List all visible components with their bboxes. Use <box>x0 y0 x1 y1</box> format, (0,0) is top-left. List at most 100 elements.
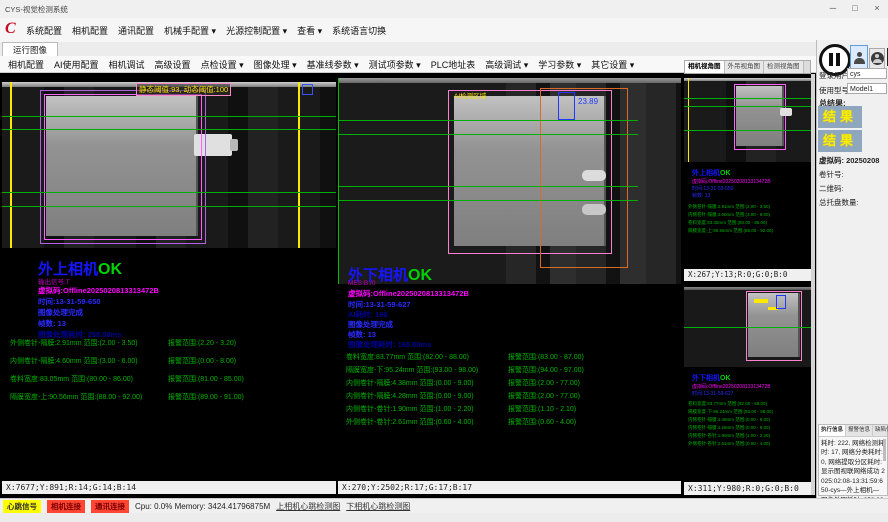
menubar: C 系统配置 相机配置 通讯配置 机械手配置 ▾ 光源控制配置 ▾ 查看 ▾ 系… <box>0 18 888 43</box>
menu-light-config[interactable]: 光源控制配置 ▾ <box>226 24 287 37</box>
lower-camera-panel: AI检测区域 23.89 外下相机OK MES:B:/0 虚拟码:Offline… <box>338 74 681 495</box>
tool-advanced-debug[interactable]: 高级调试 ▾ <box>485 58 528 71</box>
machine-rail <box>684 287 811 290</box>
highlight-blob <box>582 204 606 215</box>
measurement-row: 隔膜宽度-下:95.24mm 范围:(93.00 - 98.00)报警范围:(9… <box>346 365 681 375</box>
thumbnail-upper[interactable]: 外上相机OK 虚拟码:Offline2025020813313472B 时间:1… <box>684 74 811 282</box>
roi-outline-magenta <box>734 84 786 150</box>
thumb-upper-time: 时间:13-31-59-650 <box>692 185 733 192</box>
lower-mes-signal: MES:B:/0 <box>348 280 375 287</box>
thumb-tab-camera-view[interactable]: 相机视角图 <box>685 61 725 73</box>
titlebar: CYS-视觉检测系统 ─ □ × <box>0 0 888 19</box>
menu-comm-config[interactable]: 通讯配置 <box>118 24 154 37</box>
admin-button[interactable] <box>869 48 885 69</box>
thumbnail-tabs: 相机视角图 外吊视角图 检测视角图 <box>684 60 811 74</box>
tool-other-settings[interactable]: 其它设置 ▾ <box>591 58 634 71</box>
tool-plc-address[interactable]: PLC地址表 <box>431 58 476 71</box>
right-info-panel: 登录用户: cys 使用型号: Model1 总结果: 结果 结果 虚拟码: 2… <box>816 40 888 498</box>
cpu-memory-readout: Cpu: 0.0% Memory: 3424.41796875M <box>135 502 270 511</box>
upper-frame-count: 帧数: 13 <box>38 318 66 329</box>
tool-spot-check[interactable]: 点检设置 ▾ <box>201 58 244 71</box>
log-tab-execution[interactable]: 执行信息 <box>819 425 846 436</box>
minimize-button[interactable]: ─ <box>822 0 844 18</box>
upper-time: 时间:13-31-59-650 <box>38 296 101 307</box>
edge-line-right <box>298 82 300 248</box>
upper-camera-heartbeat-link[interactable]: 上相机心跳检测图 <box>276 501 340 512</box>
connector-tab <box>780 108 792 116</box>
maximize-button[interactable]: □ <box>844 0 866 18</box>
tab-run-image[interactable]: 运行图像 <box>2 42 58 57</box>
thumb-lower-time: 时间:13-31-59-627 <box>692 390 733 397</box>
measure-line <box>338 200 638 201</box>
alarm-range: 报警范围:(1.10 - 2.10) <box>508 406 576 413</box>
alarm-range: 报警范围:(0.00 - 8.00) <box>168 358 236 365</box>
measure-line <box>2 192 336 193</box>
thumb-measure: 隔膜宽度-上:90.56mm 范围:(88.00 - 92.00) <box>688 228 773 234</box>
blue-measure-value: 23.89 <box>576 96 600 107</box>
menu-view[interactable]: 查看 ▾ <box>297 24 322 37</box>
tool-advanced-settings[interactable]: 高级设置 <box>155 58 191 71</box>
connector-tip <box>230 139 238 151</box>
vertical-scrollbar[interactable] <box>811 74 815 495</box>
measurement-row: 隔膜宽度-上:90.56mm 范围:(88.00 - 92.00)报警范围:(8… <box>10 392 336 402</box>
menu-robot-config[interactable]: 机械手配置 ▾ <box>164 24 216 37</box>
thumb-lower-code: 虚拟码:Offline2025020813313472B <box>692 383 771 390</box>
thumb-measure: 内侧卷针-卷针:1.90mm 范围:(1.00 - 2.20) <box>688 433 770 439</box>
window-controls: ─ □ × <box>822 0 888 18</box>
tool-image-processing[interactable]: 图像处理 ▾ <box>254 58 297 71</box>
tool-ai-config[interactable]: AI使用配置 <box>54 58 99 71</box>
tool-camera-config[interactable]: 相机配置 <box>8 58 44 71</box>
result-box-lower: 结果 <box>818 130 862 152</box>
menu-system-config[interactable]: 系统配置 <box>26 24 62 37</box>
lower-camera-heartbeat-link[interactable]: 下相机心跳检测图 <box>346 501 410 512</box>
thumb-measure: 外侧卷针-隔膜:2.91mm 范围:(2.00 - 3.50) <box>688 204 770 210</box>
tool-learning-params[interactable]: 学习参数 ▾ <box>538 58 581 71</box>
tool-baseline-params[interactable]: 基准线参数 ▾ <box>307 58 359 71</box>
close-button[interactable]: × <box>866 0 888 18</box>
log-tab-defect[interactable]: 缺陷信息 <box>873 425 888 436</box>
tab-row: 运行图像 <box>0 42 888 57</box>
lower-camera-ok: OK <box>408 267 432 284</box>
model-value[interactable]: Model1 <box>847 83 887 94</box>
menu-language-switch[interactable]: 系统语言切换 <box>332 24 386 37</box>
thumb-tab-detect-view[interactable]: 检测视角图 <box>764 61 804 73</box>
upper-camera-panel: 静态阈值:93, 动态阈值:100 外上相机OK 输出信号:T 虚拟码:Offl… <box>2 74 336 495</box>
measurement-row: 内侧卷针-隔膜:4.38mm 范围:(0.00 - 9.00)报警范围:(2.0… <box>346 378 681 388</box>
alarm-range: 报警范围:(94.00 - 97.00) <box>508 367 584 374</box>
upper-camera-image[interactable]: 静态阈值:93, 动态阈值:100 <box>2 82 336 248</box>
thumb-upper-frames: 帧数: 13 <box>692 192 710 199</box>
tool-test-params[interactable]: 测试项参数 ▾ <box>369 58 421 71</box>
thumb-measure: 外侧卷针-卷针:2.61mm 范围:(0.60 - 4.00) <box>688 441 770 447</box>
tool-camera-debug[interactable]: 相机调试 <box>109 58 145 71</box>
log-panel: 执行信息 报警信息 缺陷信息 耗时: 222, 网络检测耗时: 17, 网络分类… <box>818 424 888 496</box>
measure-value: 卷料宽度:83.77mm 范围:(82.00 - 88.00) <box>346 352 508 362</box>
lower-process-time: 图像处理耗时: 160.00ms <box>348 339 431 350</box>
thumb-tab-hanging-view[interactable]: 外吊视角图 <box>725 61 765 73</box>
measure-line <box>684 106 811 107</box>
camera-connection-badge: 相机连接 <box>47 500 85 513</box>
measure-line <box>2 129 336 130</box>
menu-camera-config[interactable]: 相机配置 <box>72 24 108 37</box>
thumb-measure: 卷料宽度:83.05mm 范围:(80.00 - 86.00) <box>688 220 767 226</box>
machine-rail <box>338 78 681 83</box>
log-scrollbar[interactable] <box>883 439 886 461</box>
thumbnail-lower-image <box>684 287 811 367</box>
alarm-range: 报警范围:(2.20 - 3.20) <box>168 340 236 347</box>
lower-camera-image[interactable]: AI检测区域 23.89 <box>338 78 681 284</box>
thumbnail-lower[interactable]: 外下相机OK 虚拟码:Offline2025020813313472B 时间:1… <box>684 283 811 496</box>
measurement-row: 外侧卷针-卷针:2.61mm 范围:(0.60 - 4.00)报警范围:(0.6… <box>346 417 681 427</box>
highlight-blob <box>582 170 606 181</box>
heartbeat-badge: 心跳信号 <box>3 500 41 513</box>
measurement-row: 卷料宽度:83.77mm 范围:(82.00 - 88.00)报警范围:(83.… <box>346 352 681 362</box>
measure-line <box>338 186 638 187</box>
measure-value: 隔膜宽度-下:95.24mm 范围:(93.00 - 98.00) <box>346 365 508 375</box>
admin-icon <box>871 52 884 65</box>
alarm-range: 报警范围:(83.00 - 87.00) <box>508 354 584 361</box>
measure-line <box>684 98 811 99</box>
measurement-row: 卷料宽度:83.05mm 范围:(80.00 - 86.00)报警范围:(81.… <box>10 374 336 384</box>
log-tab-alarm[interactable]: 报警信息 <box>846 425 873 436</box>
thumb-lower-title-text: 外下相机 <box>692 375 720 382</box>
measure-value: 内侧卷针-卷针:1.90mm 范围:(1.00 - 2.20) <box>346 404 508 414</box>
login-user-value[interactable]: cys <box>847 68 887 79</box>
result-box-upper: 结果 <box>818 106 862 128</box>
